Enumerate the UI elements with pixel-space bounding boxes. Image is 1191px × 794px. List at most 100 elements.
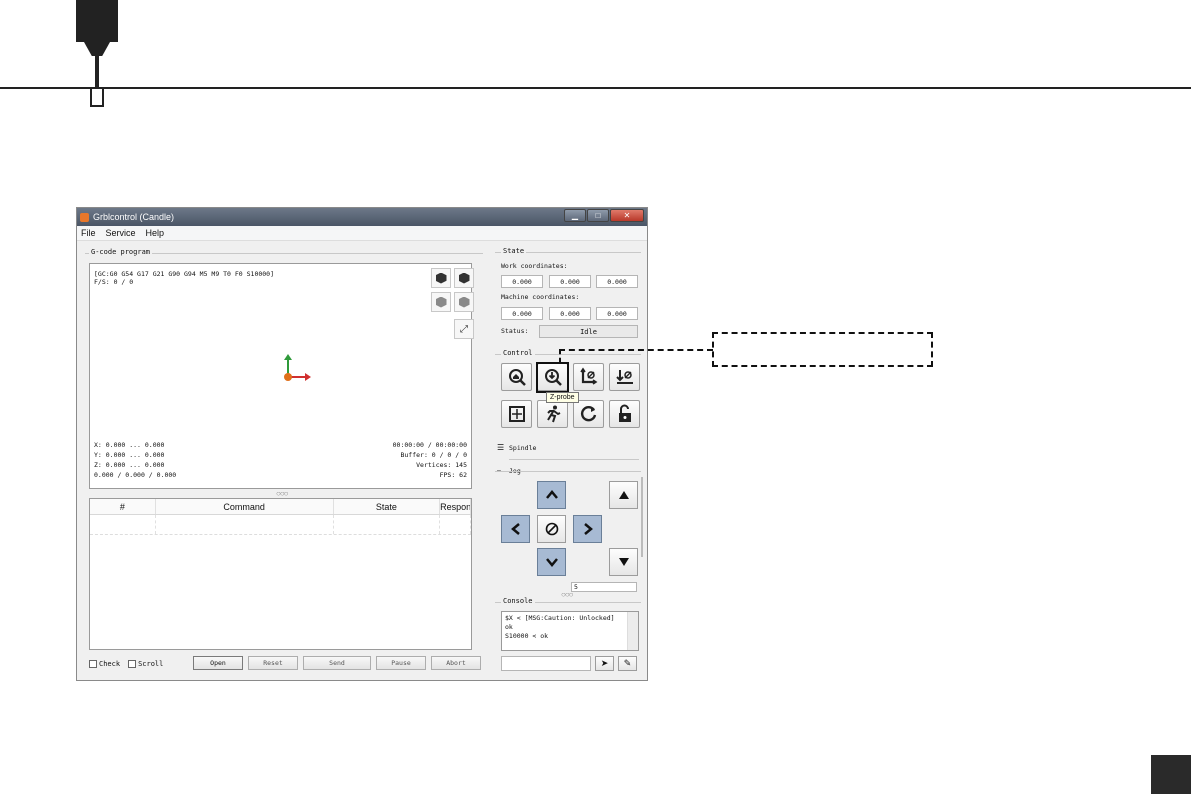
console-clear-button[interactable]: ✎ <box>618 656 637 671</box>
status-label: Status: <box>501 327 529 335</box>
jog-x-plus-button[interactable] <box>573 515 602 543</box>
z-probe-tooltip: Z-probe <box>546 392 579 403</box>
jog-scrollbar[interactable] <box>641 477 643 557</box>
menu-service[interactable]: Service <box>106 228 136 238</box>
view-top-button[interactable] <box>431 268 451 288</box>
pen-graphic <box>76 0 118 42</box>
home-search-icon <box>508 369 526 386</box>
reset-button[interactable]: Reset <box>248 656 298 670</box>
home-button[interactable] <box>501 363 532 391</box>
spindle-label[interactable]: Spindle <box>509 444 536 452</box>
viewer-status-line-2: F/S: 0 / 0 <box>94 278 134 286</box>
cube-front-icon <box>458 272 470 284</box>
callout-leader-horizontal <box>559 349 713 351</box>
work-coords-label: Work coordinates: <box>501 262 568 270</box>
column-command[interactable]: Command <box>156 499 334 514</box>
restore-origin-button[interactable] <box>501 400 532 428</box>
column-number[interactable]: # <box>90 499 156 514</box>
column-state[interactable]: State <box>334 499 441 514</box>
title-bar: Grblcontrol (Candle) ▁ □ ✕ <box>77 208 647 226</box>
menu-help[interactable]: Help <box>146 228 165 238</box>
origin-marker <box>284 373 292 381</box>
view-left-button[interactable] <box>431 292 451 312</box>
check-checkbox[interactable]: Check <box>89 660 120 668</box>
jog-y-minus-button[interactable] <box>537 548 566 576</box>
cube-top-icon <box>435 272 447 284</box>
chevron-up-icon <box>545 490 558 499</box>
viewer-y-range: Y: 0.000 ... 0.000 <box>94 451 165 459</box>
window-title: Grblcontrol (Candle) <box>93 212 175 222</box>
zero-z-icon <box>615 370 633 384</box>
viewer-z-range: Z: 0.000 ... 0.000 <box>94 461 165 469</box>
scroll-checkbox[interactable]: Scroll <box>128 660 163 668</box>
table-header: # Command State Response <box>90 499 471 515</box>
pen-tip-graphic <box>90 87 104 107</box>
jog-step-field[interactable]: 5 <box>571 582 637 592</box>
jog-collapse-icon[interactable]: — <box>497 466 501 474</box>
machine-y-field: 0.000 <box>549 307 591 320</box>
console-scrollbar[interactable] <box>627 612 638 650</box>
minimize-button[interactable]: ▁ <box>564 209 586 222</box>
console-command-input[interactable] <box>501 656 591 671</box>
send-button[interactable]: Send <box>303 656 371 670</box>
viewer-splitter[interactable]: ○○○ <box>276 489 288 498</box>
view-front-button[interactable] <box>454 268 474 288</box>
status-value: Idle <box>539 325 638 338</box>
app-icon <box>80 212 89 222</box>
unlock-button[interactable] <box>609 400 640 428</box>
triangle-down-icon <box>618 558 629 566</box>
right-panel: State Work coordinates: 0.000 0.000 0.00… <box>493 241 647 679</box>
jog-stop-button[interactable] <box>537 515 566 543</box>
open-button[interactable]: Open <box>193 656 243 670</box>
pen-neck-graphic <box>84 42 110 56</box>
z-probe-highlight <box>536 362 569 393</box>
console-output[interactable]: $X < [MSG:Caution: Unlocked] ok S10000 <… <box>501 611 639 651</box>
viewer-vertices: Vertices: 145 <box>416 461 467 469</box>
viewer-buffer: Buffer: 0 / 0 / 0 <box>400 451 467 459</box>
spindle-collapse-icon[interactable]: ☰ <box>497 443 504 452</box>
soft-reset-button[interactable] <box>573 400 604 428</box>
spindle-line <box>509 459 639 460</box>
console-splitter[interactable]: ○○○ <box>561 590 573 599</box>
check-box[interactable] <box>89 660 97 668</box>
close-button[interactable]: ✕ <box>610 209 644 222</box>
chevron-down-icon <box>545 558 558 567</box>
menu-bar: File Service Help <box>77 226 647 241</box>
work-z-field: 0.000 <box>596 275 638 288</box>
safe-position-button[interactable] <box>537 400 568 428</box>
console-line: S10000 < ok <box>505 632 549 640</box>
viewer-time: 00:00:00 / 00:00:00 <box>392 441 467 449</box>
scroll-box[interactable] <box>128 660 137 668</box>
zero-z-button[interactable] <box>609 363 640 391</box>
console-send-button[interactable]: ➤ <box>595 656 614 671</box>
abort-button[interactable]: Abort <box>431 656 481 670</box>
menu-file[interactable]: File <box>81 228 96 238</box>
machine-z-field: 0.000 <box>596 307 638 320</box>
callout-leader-vertical <box>559 349 561 363</box>
viewer-x-range: X: 0.000 ... 0.000 <box>94 441 165 449</box>
viewer-fps: FPS: 62 <box>439 471 467 479</box>
jog-x-minus-button[interactable] <box>501 515 530 543</box>
jog-z-minus-button[interactable] <box>609 548 638 576</box>
eraser-icon: ✎ <box>623 658 632 668</box>
table-row[interactable] <box>90 515 471 535</box>
scroll-label: Scroll <box>138 660 164 668</box>
pause-button[interactable]: Pause <box>376 656 426 670</box>
fit-view-button[interactable]: ⤢ <box>454 319 474 339</box>
stop-icon <box>545 522 558 536</box>
pen-stem-graphic <box>95 56 99 90</box>
jog-y-plus-button[interactable] <box>537 481 566 509</box>
chevron-left-icon <box>510 523 520 535</box>
maximize-button[interactable]: □ <box>587 209 609 222</box>
work-y-field: 0.000 <box>549 275 591 288</box>
triangle-up-icon <box>618 491 629 499</box>
view-iso-button[interactable] <box>454 292 474 312</box>
machine-x-field: 0.000 <box>501 307 543 320</box>
jog-z-plus-button[interactable] <box>609 481 638 509</box>
running-man-icon <box>546 405 560 423</box>
gcode-viewer[interactable]: [GC:G0 G54 G17 G21 G90 G94 M5 M9 T0 F0 S… <box>89 263 474 489</box>
column-response[interactable]: Response <box>440 499 471 514</box>
gcode-table[interactable]: # Command State Response <box>89 498 472 650</box>
viewer-dims: 0.000 / 0.000 / 0.000 <box>94 471 177 479</box>
zero-xy-button[interactable] <box>573 363 604 391</box>
